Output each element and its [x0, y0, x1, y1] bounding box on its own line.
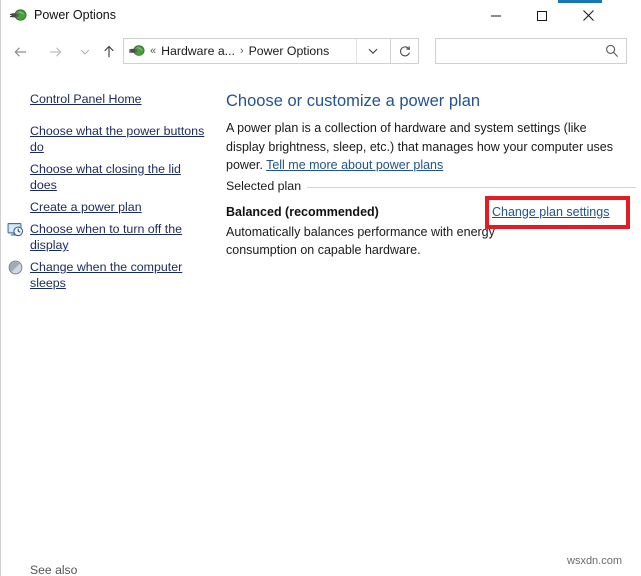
page-title: Choose or customize a power plan: [226, 92, 481, 110]
forward-button[interactable]: [41, 38, 69, 66]
selected-plan-group-label: Selected plan: [226, 179, 308, 193]
back-button[interactable]: [7, 38, 35, 66]
see-also-heading: See also: [30, 563, 78, 576]
plan-name: Balanced (recommended): [226, 205, 379, 219]
change-plan-settings-link[interactable]: Change plan settings: [492, 205, 609, 219]
search-box[interactable]: [435, 38, 627, 64]
minimize-button[interactable]: [473, 0, 519, 31]
address-dropdown-button[interactable]: [356, 39, 389, 63]
search-input[interactable]: [443, 43, 595, 59]
sidebar: Control Panel Home Choose what the power…: [1, 69, 215, 576]
maximize-button[interactable]: [519, 0, 565, 31]
breadcrumb-power-plug-icon: [129, 43, 145, 59]
sidebar-item-create-power-plan[interactable]: Create a power plan: [30, 199, 206, 215]
tell-me-more-link[interactable]: Tell me more about power plans: [266, 158, 443, 172]
sidebar-item-closing-lid[interactable]: Choose what closing the lid does: [30, 161, 206, 193]
display-clock-icon: [7, 221, 24, 238]
breadcrumb-separator: ›: [239, 45, 244, 57]
up-one-level-button[interactable]: [95, 38, 123, 66]
arrow-up-icon: [104, 45, 114, 58]
sidebar-item-control-panel-home[interactable]: Control Panel Home: [30, 91, 206, 107]
title-bar: Power Options: [1, 0, 641, 33]
window-title: Power Options: [34, 8, 116, 22]
maximize-icon: [537, 10, 547, 21]
power-options-window: Power Options « Hardware a... › Power Op…: [0, 0, 641, 576]
page-description: A power plan is a collection of hardware…: [226, 119, 626, 175]
sidebar-item-turn-off-display[interactable]: Choose when to turn off the display: [30, 221, 206, 253]
sidebar-item-power-buttons[interactable]: Choose what the power buttons do: [30, 123, 206, 155]
refresh-button[interactable]: [391, 38, 419, 64]
refresh-icon: [399, 46, 410, 57]
arrow-left-icon: [14, 47, 26, 57]
minimize-icon: [491, 15, 501, 16]
arrow-right-icon: [50, 47, 62, 57]
search-icon[interactable]: [604, 43, 620, 59]
address-bar[interactable]: « Hardware a... › Power Options: [123, 38, 391, 64]
moon-sleep-icon: [7, 259, 24, 276]
watermark: wsxdn.com: [567, 555, 623, 567]
content-pane: Choose or customize a power plan A power…: [215, 69, 641, 576]
breadcrumb-leading-separator: «: [150, 45, 157, 57]
breadcrumb-item-power-options[interactable]: Power Options: [249, 39, 330, 63]
breadcrumb-item-hardware[interactable]: Hardware a...: [161, 39, 235, 63]
power-plug-icon: [10, 7, 27, 24]
close-icon: [582, 10, 594, 21]
chevron-down-icon: [80, 49, 90, 55]
sidebar-item-computer-sleeps[interactable]: Change when the computer sleeps: [30, 259, 206, 291]
chevron-down-icon: [368, 48, 378, 54]
close-button[interactable]: [565, 0, 611, 31]
